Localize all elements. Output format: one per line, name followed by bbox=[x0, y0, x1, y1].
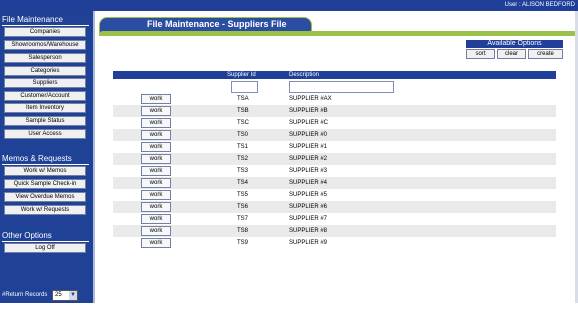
table-row: work TS9 SUPPLIER #9 bbox=[113, 237, 556, 249]
work-button[interactable]: work bbox=[141, 154, 171, 164]
section-divider bbox=[2, 25, 89, 26]
nav-work-memos[interactable]: Work w/ Memos bbox=[4, 166, 86, 176]
description-cell: SUPPLIER #C bbox=[289, 120, 329, 126]
page-title: File Maintenance - Suppliers File bbox=[147, 19, 287, 29]
work-button[interactable]: work bbox=[141, 130, 171, 140]
nav-salesperson[interactable]: Salesperson bbox=[4, 53, 86, 63]
nav-item-inventory[interactable]: Item Inventory bbox=[4, 103, 86, 113]
work-button[interactable]: work bbox=[141, 118, 171, 128]
supplier-id-cell: TSB bbox=[237, 108, 249, 114]
section-divider bbox=[2, 164, 89, 165]
table-row: work TS8 SUPPLIER #8 bbox=[113, 225, 556, 237]
nav-companies[interactable]: Companies bbox=[4, 27, 86, 37]
column-header-supplier-id: Supplier Id bbox=[227, 72, 256, 78]
nav-categories[interactable]: Categories bbox=[4, 66, 86, 76]
work-button[interactable]: work bbox=[141, 166, 171, 176]
work-button[interactable]: work bbox=[141, 190, 171, 200]
table-row: work TS1 SUPPLIER #1 bbox=[113, 141, 556, 153]
table-row: work TS2 SUPPLIER #2 bbox=[113, 153, 556, 165]
table-row: work TS5 SUPPLIER #5 bbox=[113, 189, 556, 201]
table-header: Supplier Id Description bbox=[113, 71, 556, 79]
nav-showrooms-warehouse[interactable]: Showroomos/Warehouse bbox=[4, 40, 86, 50]
description-cell: SUPPLIER #4 bbox=[289, 180, 328, 186]
supplier-id-cell: TS6 bbox=[237, 204, 249, 210]
section-divider bbox=[2, 241, 89, 242]
work-button[interactable]: work bbox=[141, 214, 171, 224]
supplier-id-cell: TS2 bbox=[237, 156, 249, 162]
title-underline-bar bbox=[99, 31, 578, 36]
available-options-title: Available Options bbox=[466, 40, 563, 48]
chevron-down-icon[interactable]: ▼ bbox=[69, 291, 77, 300]
description-cell: SUPPLIER #9 bbox=[289, 240, 328, 246]
nav-log-off[interactable]: Log Off bbox=[4, 243, 86, 253]
main-content: File Maintenance - Suppliers File Availa… bbox=[93, 11, 578, 303]
table-row: work TS6 SUPPLIER #6 bbox=[113, 201, 556, 213]
description-cell: SUPPLIER #B bbox=[289, 108, 328, 114]
supplier-id-cell: TS3 bbox=[237, 168, 249, 174]
user-label: User : ALISON BEDFORD bbox=[504, 2, 575, 8]
supplier-id-filter-input[interactable] bbox=[231, 81, 258, 93]
table-row: work TSB SUPPLIER #B bbox=[113, 105, 556, 117]
description-filter-input[interactable] bbox=[289, 81, 394, 93]
table-row: work TSA SUPPLIER #AX bbox=[113, 93, 556, 105]
section-title-file-maintenance: File Maintenance bbox=[2, 15, 63, 24]
nav-suppliers[interactable]: Suppliers bbox=[4, 78, 86, 88]
sort-button[interactable]: sort bbox=[466, 49, 495, 59]
description-cell: SUPPLIER #6 bbox=[289, 204, 328, 210]
supplier-id-cell: TS7 bbox=[237, 216, 249, 222]
table-row: work TS4 SUPPLIER #4 bbox=[113, 177, 556, 189]
top-bar: User : ALISON BEDFORD bbox=[0, 0, 578, 11]
table-row: work TSC SUPPLIER #C bbox=[113, 117, 556, 129]
description-cell: SUPPLIER #1 bbox=[289, 144, 328, 150]
work-button[interactable]: work bbox=[141, 226, 171, 236]
supplier-id-cell: TS4 bbox=[237, 180, 249, 186]
create-button[interactable]: create bbox=[528, 49, 563, 59]
supplier-id-cell: TS9 bbox=[237, 240, 249, 246]
supplier-id-cell: TS5 bbox=[237, 192, 249, 198]
work-button[interactable]: work bbox=[141, 178, 171, 188]
description-cell: SUPPLIER #3 bbox=[289, 168, 328, 174]
clear-button[interactable]: clear bbox=[497, 49, 526, 59]
return-records-value: 25 bbox=[55, 292, 62, 298]
description-cell: SUPPLIER #7 bbox=[289, 216, 328, 222]
nav-view-overdue-memos[interactable]: View Overdue Memos bbox=[4, 192, 86, 202]
table-row: work TS7 SUPPLIER #7 bbox=[113, 213, 556, 225]
work-button[interactable]: work bbox=[141, 238, 171, 248]
work-button[interactable]: work bbox=[141, 202, 171, 212]
content-border bbox=[93, 11, 95, 303]
work-button[interactable]: work bbox=[141, 142, 171, 152]
return-records-select[interactable]: 25 ▼ bbox=[52, 290, 78, 301]
nav-user-access[interactable]: User Access bbox=[4, 129, 86, 139]
supplier-id-cell: TSA bbox=[237, 96, 249, 102]
work-button[interactable]: work bbox=[141, 94, 171, 104]
description-cell: SUPPLIER #5 bbox=[289, 192, 328, 198]
description-cell: SUPPLIER #0 bbox=[289, 132, 328, 138]
supplier-id-cell: TS1 bbox=[237, 144, 249, 150]
supplier-id-cell: TSC bbox=[237, 120, 249, 126]
supplier-id-cell: TS8 bbox=[237, 228, 249, 234]
supplier-id-cell: TS0 bbox=[237, 132, 249, 138]
section-title-other-options: Other Options bbox=[2, 231, 52, 240]
return-records-label: #Return Records bbox=[2, 292, 48, 298]
description-cell: SUPPLIER #AX bbox=[289, 96, 332, 102]
nav-sample-status[interactable]: Sample Status bbox=[4, 116, 86, 126]
work-button[interactable]: work bbox=[141, 106, 171, 116]
column-header-description: Description bbox=[289, 72, 320, 78]
sidebar: File Maintenance Companies Showroomos/Wa… bbox=[0, 11, 93, 303]
description-cell: SUPPLIER #2 bbox=[289, 156, 328, 162]
bottom-margin bbox=[0, 303, 578, 319]
description-cell: SUPPLIER #8 bbox=[289, 228, 328, 234]
table-row: work TS3 SUPPLIER #3 bbox=[113, 165, 556, 177]
section-title-memos-requests: Memos & Requests bbox=[2, 154, 72, 163]
available-options-panel: Available Options sort clear create bbox=[466, 40, 563, 59]
table-row: work TS0 SUPPLIER #0 bbox=[113, 129, 556, 141]
nav-work-requests[interactable]: Work w/ Requests bbox=[4, 205, 86, 215]
nav-quick-sample-check-in[interactable]: Quick Sample Check-in bbox=[4, 179, 86, 189]
nav-customer-account[interactable]: Customer/Account bbox=[4, 91, 86, 101]
